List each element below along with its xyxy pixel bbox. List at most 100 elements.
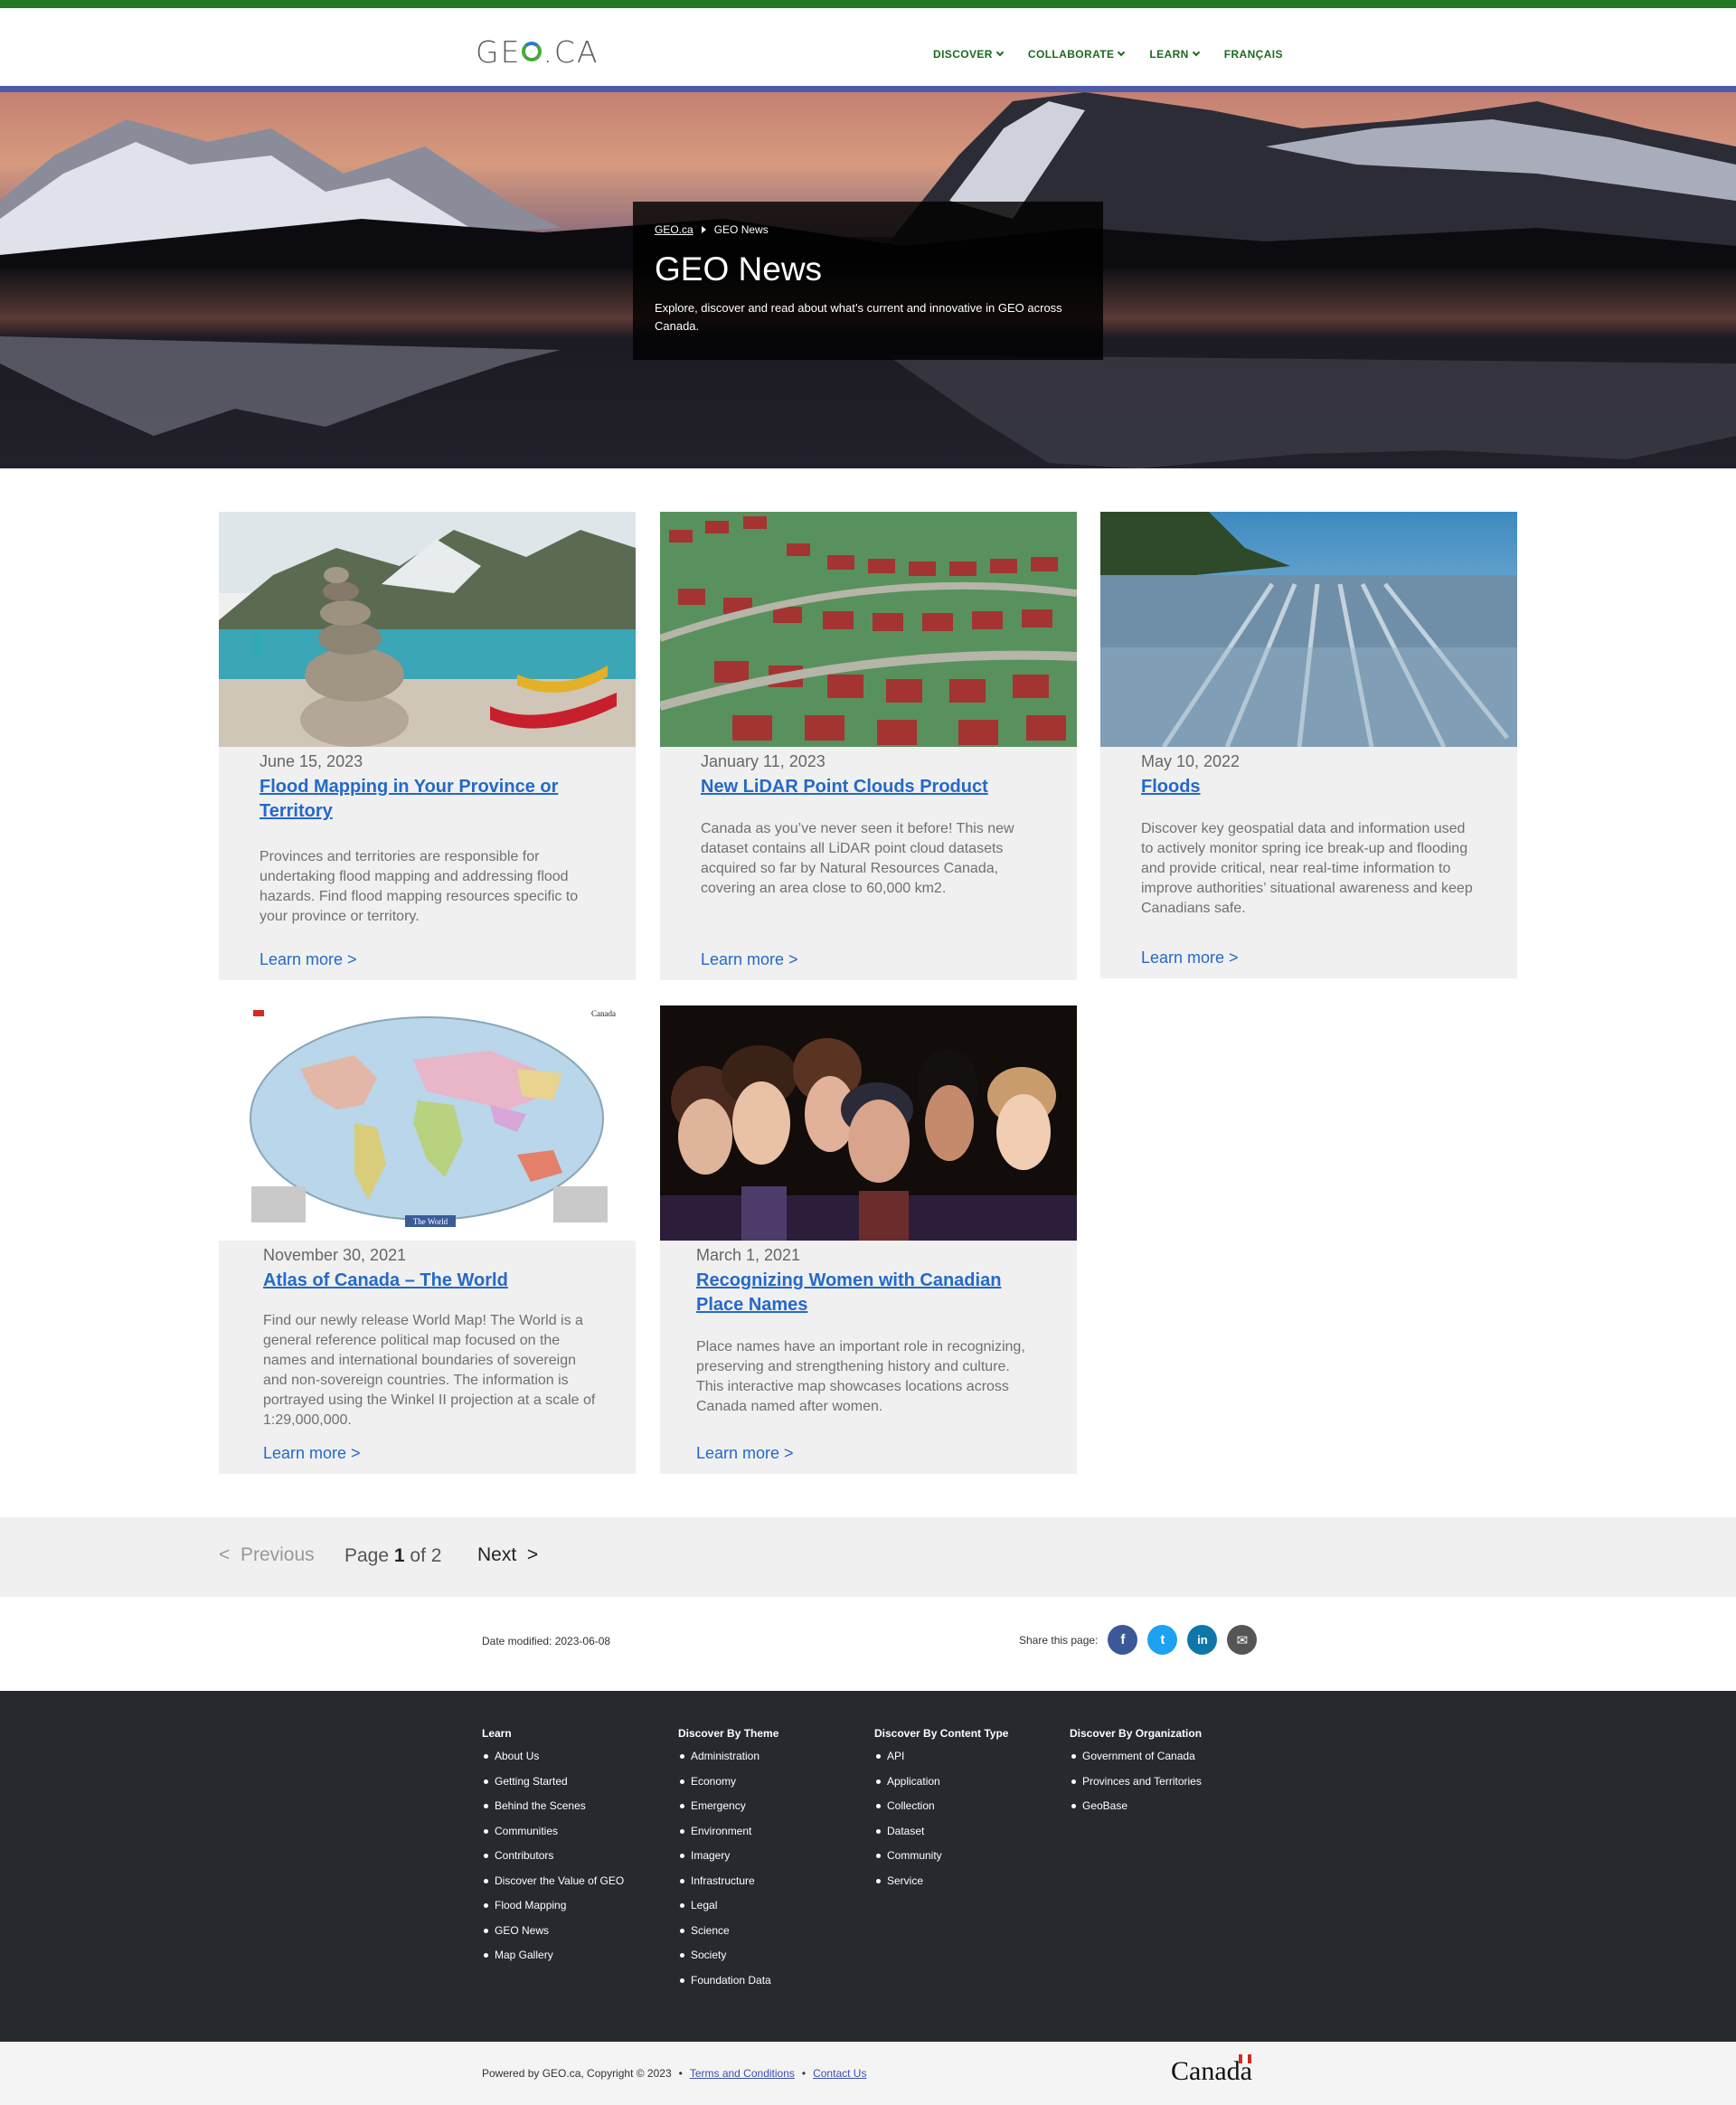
learn-more-link[interactable]: Learn more > (696, 1444, 794, 1463)
world-map-image[interactable]: The World Canada (219, 1005, 636, 1241)
linkedin-share-button[interactable]: in (1187, 1625, 1218, 1655)
separator-dot: • (678, 2067, 683, 2080)
tidal-flats-image[interactable] (1100, 512, 1517, 747)
inukshuk-lake-image[interactable] (219, 512, 636, 747)
footer-link[interactable]: Community (874, 1849, 1008, 1874)
facebook-share-button[interactable]: f (1108, 1625, 1138, 1655)
pagination: < Previous Page 1 of 2 Next > (0, 1517, 1736, 1597)
footer-column-organization: Discover By Organization Government of C… (1070, 1727, 1202, 1825)
next-page-button[interactable]: Next > (477, 1544, 538, 1566)
facebook-icon: f (1120, 1632, 1126, 1647)
card-title-link[interactable]: Floods (1141, 775, 1477, 799)
footer-link[interactable]: API (874, 1750, 1008, 1775)
footer-link[interactable]: Legal (678, 1899, 778, 1924)
map-canada-wordmark: Canada (591, 1009, 616, 1018)
site-header: GE .CA DISCOVER COLLABORATE LEARN FRANÇAI… (0, 8, 1736, 86)
footer-link[interactable]: About Us (482, 1750, 624, 1775)
nav-discover-label: DISCOVER (933, 48, 993, 61)
learn-more-link[interactable]: Learn more > (1141, 949, 1239, 968)
next-label: Next (477, 1544, 517, 1565)
footer-link[interactable]: Emergency (678, 1799, 778, 1825)
nav-collaborate-label: COLLABORATE (1027, 48, 1115, 61)
footer-link[interactable]: Society (678, 1949, 778, 1974)
footer-heading: Discover By Organization (1070, 1727, 1203, 1740)
footer-link[interactable]: GeoBase (1070, 1799, 1202, 1825)
page-prefix: Page (344, 1545, 390, 1566)
contact-link[interactable]: Contact Us (813, 2067, 866, 2080)
footer-link[interactable]: Collection (874, 1799, 1008, 1825)
nav-language-label: FRANÇAIS (1223, 48, 1283, 61)
footer-link[interactable]: Contributors (482, 1849, 624, 1874)
share-bar: Share this page: f t in ✉ (1019, 1625, 1258, 1655)
chevron-down-icon (995, 48, 1005, 57)
previous-page-button[interactable]: < Previous (219, 1544, 315, 1566)
footer-link[interactable]: Dataset (874, 1825, 1008, 1850)
twitter-share-button[interactable]: t (1147, 1625, 1178, 1655)
footer-link[interactable]: Map Gallery (482, 1949, 624, 1974)
page-title: GEO News (655, 250, 823, 288)
footer-link[interactable]: Application (874, 1775, 1008, 1800)
footer-link[interactable]: Getting Started (482, 1775, 624, 1800)
email-share-button[interactable]: ✉ (1227, 1625, 1258, 1655)
footer-link[interactable]: Administration (678, 1750, 778, 1775)
card-date: March 1, 2021 (696, 1246, 801, 1264)
nav-language-toggle[interactable]: FRANÇAIS (1224, 48, 1283, 61)
learn-more-link[interactable]: Learn more > (263, 1444, 361, 1463)
footer-column-learn: Learn About Us Getting Started Behind th… (482, 1727, 624, 1974)
women-portraits-image[interactable] (660, 1005, 1077, 1241)
hero-accent-line (0, 86, 1736, 92)
site-footer: Learn About Us Getting Started Behind th… (0, 1691, 1736, 2042)
main-nav: DISCOVER COLLABORATE LEARN FRANÇAIS (933, 48, 1283, 61)
footer-heading: Discover By Content Type (874, 1727, 1009, 1740)
footer-link[interactable]: Economy (678, 1775, 778, 1800)
caret-right-icon (701, 226, 706, 233)
map-banner-text: The World (413, 1217, 448, 1226)
card-title-link[interactable]: New LiDAR Point Clouds Product (701, 775, 1037, 799)
card-title-link[interactable]: Recognizing Women with Canadian Place Na… (696, 1269, 1037, 1317)
news-card: March 1, 2021 Recognizing Women with Can… (660, 1005, 1077, 1474)
page-total: of 2 (410, 1545, 442, 1566)
logo-text-geo: GE (476, 33, 522, 70)
news-card: June 15, 2023 Flood Mapping in Your Prov… (219, 512, 636, 980)
footer-link[interactable]: GEO News (482, 1924, 624, 1949)
footer-link[interactable]: Communities (482, 1825, 624, 1850)
footer-link[interactable]: Government of Canada (1070, 1750, 1202, 1775)
footer-link[interactable]: Service (874, 1874, 1008, 1900)
footer-link[interactable]: Foundation Data (678, 1974, 778, 1999)
nav-discover[interactable]: DISCOVER (933, 48, 1005, 61)
share-label: Share this page: (1019, 1633, 1099, 1647)
footer-link[interactable]: Infrastructure (678, 1874, 778, 1900)
news-card: The World Canada November 30, 2021 Atlas… (219, 1005, 636, 1474)
learn-more-link[interactable]: Learn more > (259, 950, 357, 969)
card-title-link[interactable]: Atlas of Canada – The World (263, 1269, 596, 1293)
footer-link[interactable]: Behind the Scenes (482, 1799, 624, 1825)
footer-heading: Learn (482, 1727, 512, 1740)
card-date: January 11, 2023 (701, 752, 826, 770)
footer-link[interactable]: Imagery (678, 1849, 778, 1874)
previous-label: Previous (240, 1544, 315, 1565)
terms-link[interactable]: Terms and Conditions (690, 2067, 795, 2080)
footer-link[interactable]: Environment (678, 1825, 778, 1850)
card-title-link[interactable]: Flood Mapping in Your Province or Territ… (259, 775, 596, 824)
card-date: November 30, 2021 (263, 1246, 407, 1264)
hero-banner: GEO.ca GEO News GEO News Explore, discov… (0, 92, 1736, 468)
footer-column-content-type: Discover By Content Type API Application… (874, 1727, 1008, 1899)
footer-column-theme: Discover By Theme Administration Economy… (678, 1727, 778, 1998)
learn-more-link[interactable]: Learn more > (701, 950, 798, 969)
footer-link[interactable]: Discover the Value of GEO (482, 1874, 624, 1900)
footer-link[interactable]: Provinces and Territories (1070, 1775, 1202, 1800)
chevron-down-icon (1118, 48, 1126, 57)
logo-o-icon (522, 42, 542, 61)
footer-link[interactable]: Flood Mapping (482, 1899, 624, 1924)
breadcrumb-home-link[interactable]: GEO.ca (655, 223, 693, 236)
breadcrumb-current: GEO News (713, 223, 769, 236)
page-indicator: Page 1 of 2 (344, 1545, 441, 1567)
lidar-point-cloud-image[interactable] (660, 512, 1077, 747)
card-date: May 10, 2022 (1141, 752, 1241, 770)
site-logo[interactable]: GE .CA (476, 33, 599, 70)
card-date: June 15, 2023 (259, 752, 363, 770)
footer-link[interactable]: Science (678, 1924, 778, 1949)
nav-collaborate[interactable]: COLLABORATE (1027, 48, 1126, 61)
nav-learn[interactable]: LEARN (1149, 48, 1200, 61)
page-subtitle: Explore, discover and read about what’s … (655, 301, 1062, 333)
